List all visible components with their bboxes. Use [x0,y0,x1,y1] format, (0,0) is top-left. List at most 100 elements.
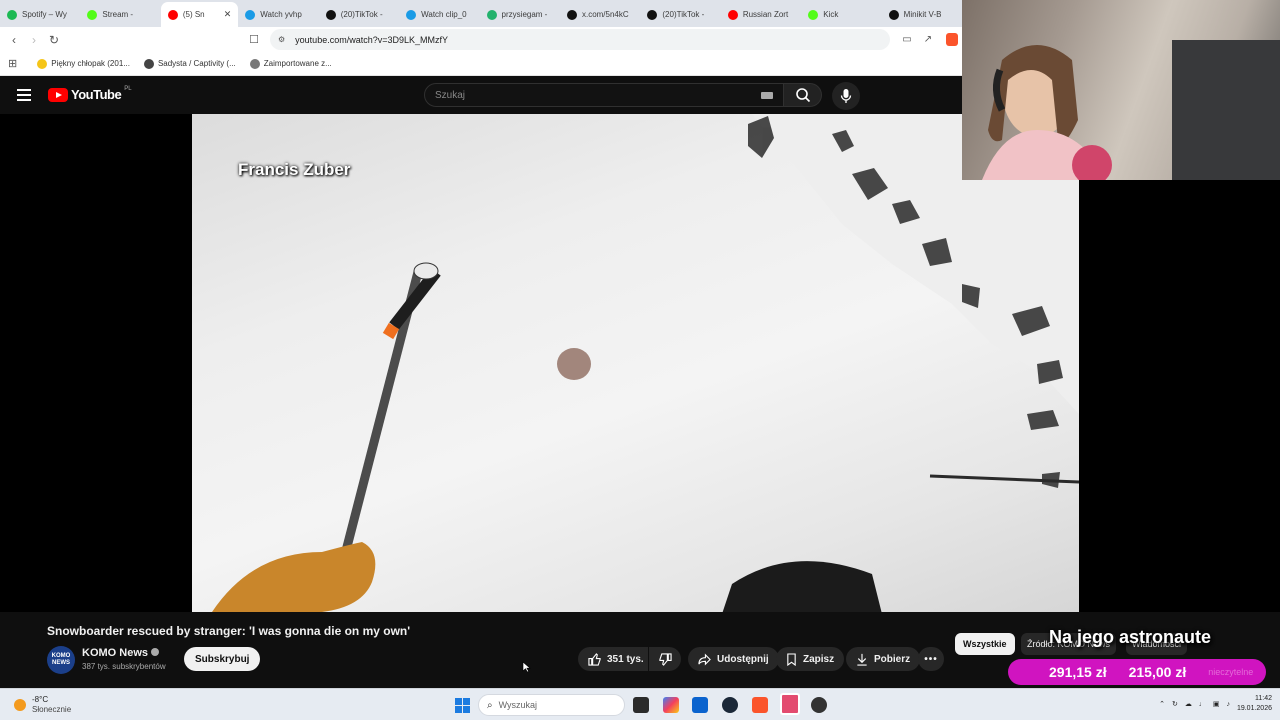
bookmark-item[interactable]: Piękny chłopak (201... [37,58,130,69]
address-bar[interactable]: ⚙ youtube.com/watch?v=3D9LK_MMzfY [270,29,890,50]
chip-all[interactable]: Wszystkie [955,633,1015,655]
like-button[interactable]: 351 tys. [578,647,648,671]
clock[interactable]: 11:42 19.01.2026 [1237,694,1272,714]
browser-tab-bar: Spotify – Wy Stream - (5) Sn ✕ Watch yvhp (20… [0,0,962,27]
volume-icon[interactable]: ♪ [1226,701,1230,708]
kick-icon [808,9,819,20]
bookmark-icon[interactable]: ☐ [244,30,264,50]
browser-tab[interactable]: Russian Zort [721,2,801,27]
task-view-icon[interactable] [633,697,649,713]
search-icon [795,88,810,103]
voice-search-button[interactable] [832,82,860,110]
active-app-icon[interactable] [780,693,800,715]
weather-temperature: -8°C [32,695,49,704]
search-button[interactable] [784,83,822,107]
apps-grid-icon[interactable]: ⊞ [8,57,17,70]
save-button[interactable]: Zapisz [776,647,845,671]
tiktok-icon [647,9,658,20]
video-info: Snowboarder rescued by stranger: 'I was … [0,612,962,688]
tab-label: (20)TikTok - [662,10,705,19]
windows-taskbar: -8°C Słonecznie ⌕ Wyszukaj ⌃ ↻ ☁ ♩ ▣ ♪ 1… [0,688,1280,720]
tiktok-icon [325,9,336,20]
brave-shield-icon[interactable] [946,33,958,46]
x-icon [566,9,577,20]
youtube-header: YouTube PL [0,76,962,114]
subscriber-count: 387 tys. subskrybentów [82,662,166,671]
bookmark-save-icon [787,652,796,666]
browser-tab[interactable]: przysiegam - [480,2,560,27]
channel-avatar[interactable]: KOMO NEWS [47,646,75,674]
browser-tab[interactable]: x.com/5n4kC [560,2,640,27]
bookmark-favicon-icon [37,58,48,69]
reload-icon[interactable]: ↻ [44,30,64,50]
browser-tab[interactable]: Stream - [80,2,160,27]
network-icon[interactable]: ▣ [1213,700,1220,708]
share-page-icon[interactable]: ↗ [918,30,938,50]
steam-icon[interactable] [722,697,738,713]
region-code: PL [124,85,132,92]
cast-icon[interactable]: ▭ [897,30,917,50]
site-info-icon[interactable]: ⚙ [278,35,285,44]
bookmark-favicon-icon [249,58,260,69]
menu-icon[interactable] [17,89,31,101]
tab-label: Minikit V-B [903,10,942,19]
dislike-button[interactable] [649,647,681,671]
cloud-icon[interactable]: ☁ [1185,700,1192,708]
browser-tab[interactable]: (20)TikTok - [640,2,720,27]
snow-scene [212,114,1079,612]
youtube-play-icon [48,87,68,102]
spotify-icon [7,9,17,20]
channel-name-text[interactable]: KOMO News [82,647,148,659]
windows-start-icon[interactable] [455,698,470,713]
globe-icon [406,9,417,20]
donation-converted-amount: 215,00 zł [1128,664,1187,680]
browser-tab[interactable]: Kick [801,2,881,27]
browser-tab[interactable]: Minikit V-B [882,2,962,27]
browser-tab[interactable]: (5) Sn ✕ [160,2,239,27]
sync-icon[interactable]: ↻ [1172,700,1178,708]
search-input[interactable] [424,83,784,107]
browser-tab[interactable]: Watch yvhp [238,2,318,27]
back-icon[interactable]: ‹ [4,30,24,50]
bookmark-item[interactable]: Zaimportowane z... [249,58,332,69]
weather-widget[interactable]: -8°C Słonecznie [14,695,71,715]
bookmark-favicon-icon [143,58,154,69]
tab-label: Stream - [102,10,134,19]
keyboard-icon[interactable] [761,92,773,99]
bookmarks-bar: ⊞ Piękny chłopak (201... Sadysta / Captiv… [0,52,962,76]
download-button[interactable]: Pobierz [846,647,921,671]
more-actions-button[interactable]: ••• [918,647,944,671]
tab-label: Watch yvhp [260,10,302,19]
brave-browser-icon[interactable] [752,697,768,713]
bookmark-label: Piękny chłopak (201... [51,59,130,68]
channel-name[interactable]: KOMO News [82,647,160,659]
browser-tab[interactable]: Spotify – Wy [0,2,80,27]
close-tab-icon[interactable]: ✕ [224,9,232,20]
verified-icon [151,648,160,656]
tab-label: Russian Zort [742,10,789,19]
taskbar-search[interactable]: ⌕ Wyszukaj [478,694,625,716]
browser-tab[interactable]: (20)TikTok - [319,2,399,27]
bookmark-item[interactable]: Sadysta / Captivity (... [143,58,236,69]
clock-date: 19.01.2026 [1236,705,1272,712]
subscribe-button[interactable]: Subskrybuj [184,647,261,671]
globe-icon [245,9,256,20]
tab-label: (20)TikTok - [340,10,383,19]
video-player[interactable]: Francis Zuber [192,114,1079,612]
chat-icon [486,9,497,20]
mic-tray-icon[interactable]: ♩ [1199,701,1206,708]
url-text[interactable]: youtube.com/watch?v=3D9LK_MMzfY [295,35,448,45]
youtube-logo[interactable]: YouTube PL [48,85,132,102]
store-icon[interactable] [692,697,708,713]
weather-description: Słonecznie [32,705,72,714]
copilot-icon[interactable] [663,697,679,713]
share-icon [698,653,711,665]
screen: Spotify – Wy Stream - (5) Sn ✕ Watch yvhp (20… [0,0,1280,720]
forward-icon[interactable]: › [24,30,44,50]
thumbs-down-icon [658,652,672,666]
tab-label: Spotify – Wy [22,10,67,19]
browser-tab[interactable]: Watch clip_0 [399,2,479,27]
tray-overflow-icon[interactable]: ⌃ [1159,700,1165,708]
share-button[interactable]: Udostępnij [688,647,779,671]
obs-icon[interactable] [811,697,827,713]
